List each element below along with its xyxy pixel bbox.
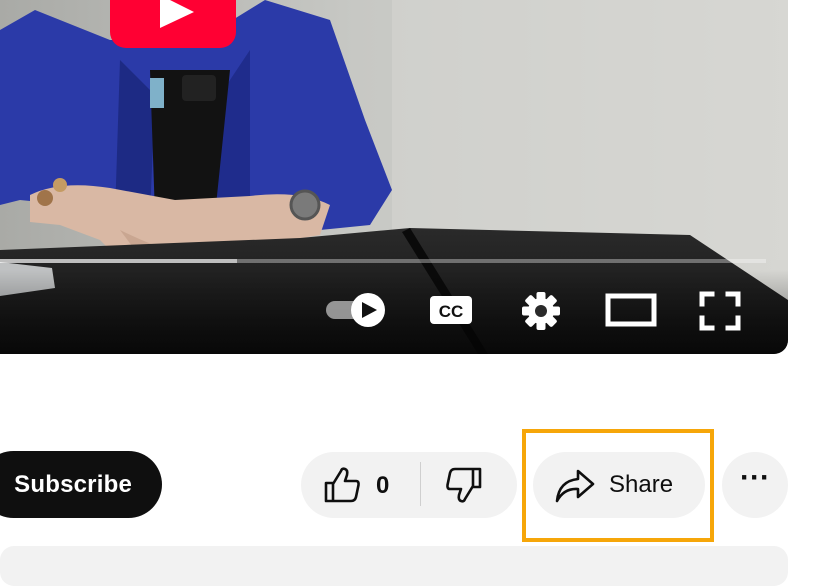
theater-mode-icon (605, 293, 657, 327)
like-button[interactable]: 0 (301, 452, 421, 518)
captions-label: CC (439, 302, 464, 321)
thumbs-up-icon (322, 466, 362, 509)
subscribe-button[interactable]: Subscribe (0, 451, 162, 518)
share-icon (554, 468, 596, 509)
settings-button[interactable] (520, 290, 562, 332)
thumbs-down-icon (444, 466, 484, 509)
progress-buffered (0, 259, 238, 263)
captions-icon: CC (430, 296, 472, 324)
autoplay-toggle-icon (326, 293, 385, 327)
dislike-button[interactable] (421, 452, 517, 518)
lapel-mic (182, 75, 216, 101)
video-frame[interactable] (0, 0, 788, 354)
gear-icon (522, 292, 560, 330)
captions-button[interactable]: CC (428, 290, 474, 330)
fullscreen-icon (699, 291, 741, 331)
more-options-icon: ··· (740, 461, 770, 494)
autoplay-toggle[interactable] (322, 290, 390, 330)
progress-bar[interactable] (0, 259, 766, 263)
like-count: 0 (376, 472, 390, 499)
more-options-button[interactable]: ··· (722, 452, 788, 518)
subscribe-label: Subscribe (14, 470, 132, 498)
description-box[interactable] (0, 546, 788, 586)
share-label: Share (609, 471, 674, 498)
share-button[interactable]: Share (533, 452, 705, 518)
theater-mode-button[interactable] (604, 290, 658, 330)
video-player[interactable]: CC (0, 0, 788, 354)
fullscreen-button[interactable] (698, 290, 742, 332)
wristwatch (289, 189, 321, 221)
